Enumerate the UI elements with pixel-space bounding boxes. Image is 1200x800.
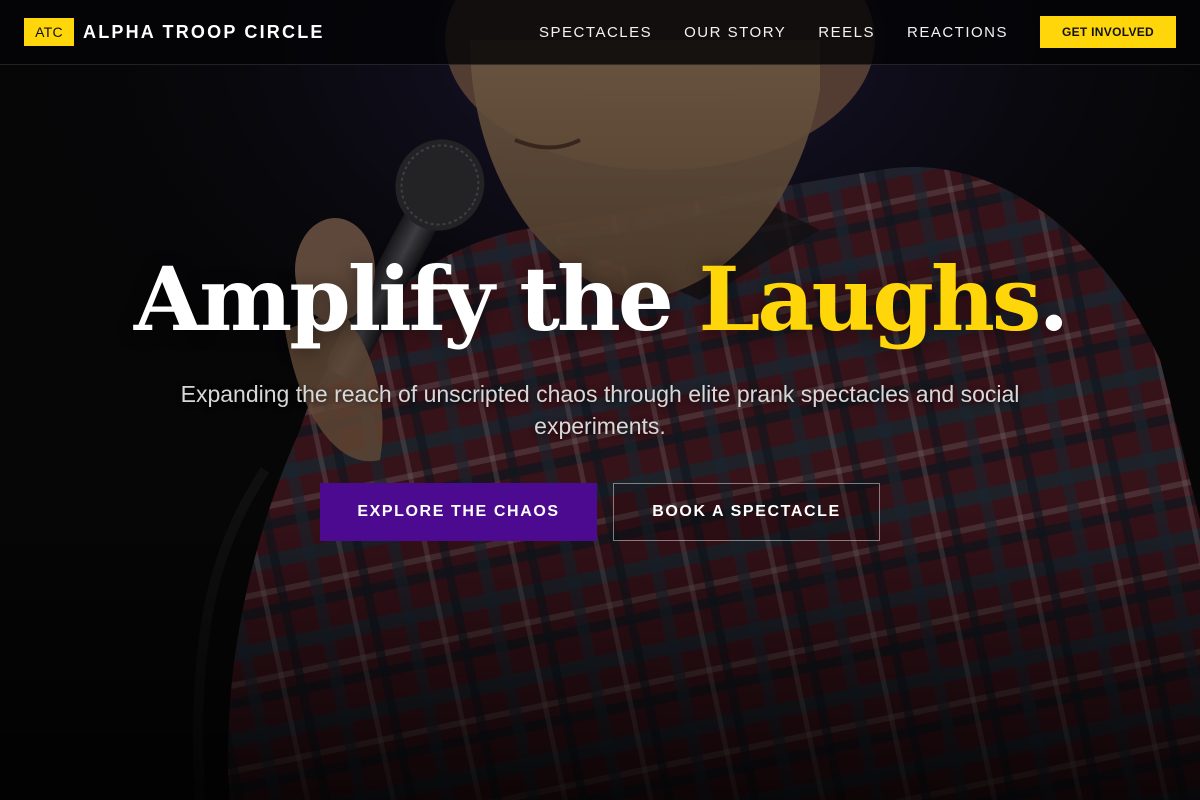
landing-page: ATC ALPHA TROOP CIRCLE SPECTACLES OUR ST… [0, 0, 1200, 800]
nav-link-our-story[interactable]: OUR STORY [684, 24, 786, 41]
hero-headline: Amplify the Laughs. [0, 255, 1200, 343]
brand-logo[interactable]: ATC ALPHA TROOP CIRCLE [24, 18, 325, 46]
brand-name: ALPHA TROOP CIRCLE [83, 21, 325, 42]
top-navigation-bar: ATC ALPHA TROOP CIRCLE SPECTACLES OUR ST… [0, 0, 1200, 65]
logo-badge: ATC [24, 18, 74, 46]
explore-the-chaos-button[interactable]: EXPLORE THE CHAOS [320, 483, 597, 541]
headline-accent: Laughs [698, 247, 1042, 351]
hero-section: Amplify the Laughs. Expanding the reach … [0, 65, 1200, 800]
hero-subtext: Expanding the reach of unscripted chaos … [180, 381, 1020, 439]
nav-link-reactions[interactable]: REACTIONS [907, 24, 1008, 41]
book-a-spectacle-button[interactable]: BOOK A SPECTACLE [613, 483, 880, 541]
headline-period: . [1038, 247, 1069, 351]
nav-links: SPECTACLES OUR STORY REELS REACTIONS GET… [539, 16, 1176, 48]
get-involved-button[interactable]: GET INVOLVED [1040, 16, 1176, 48]
headline-main: Amplify the [133, 247, 699, 351]
nav-link-spectacles[interactable]: SPECTACLES [539, 24, 652, 41]
nav-link-reels[interactable]: REELS [818, 24, 875, 41]
